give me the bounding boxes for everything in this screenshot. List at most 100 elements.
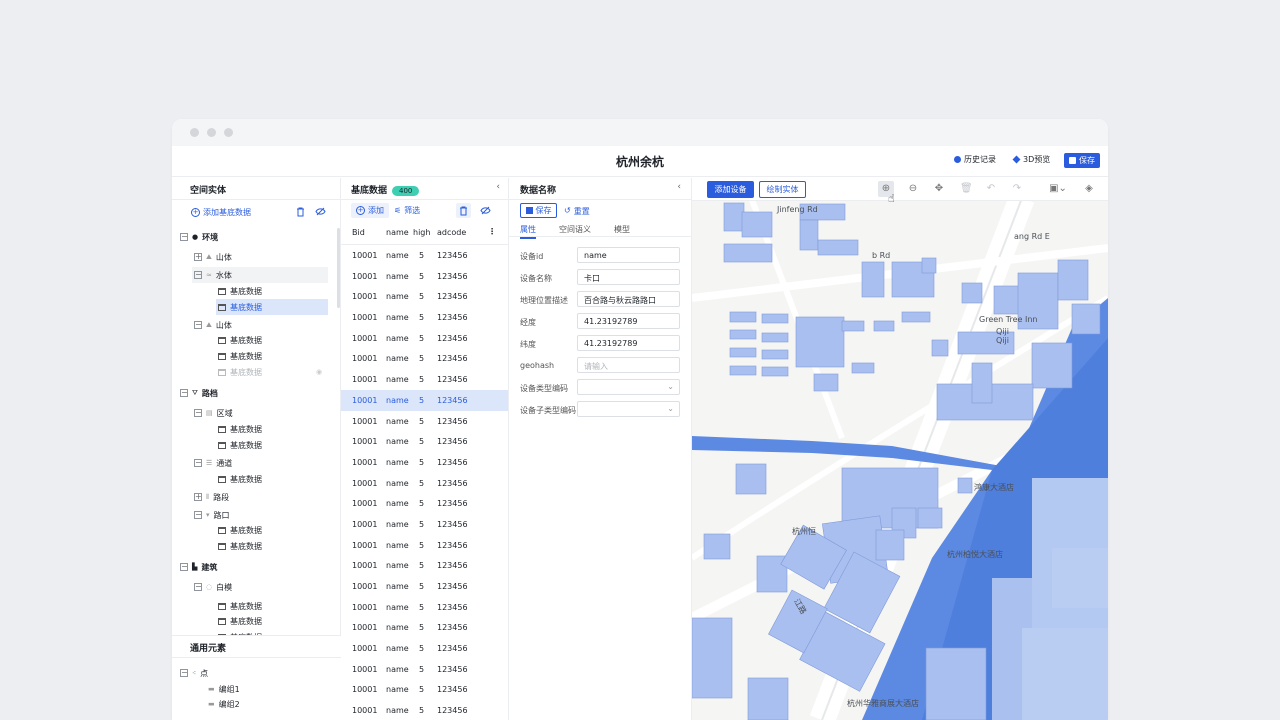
table-row[interactable]: 10001 name 5 123456 bbox=[341, 245, 508, 266]
input-field[interactable]: name bbox=[577, 247, 680, 263]
draw-entity-button[interactable]: 绘制实体 bbox=[759, 181, 806, 198]
column-header[interactable]: Bid bbox=[352, 228, 365, 237]
table-row[interactable]: 10001 name 5 123456 bbox=[341, 369, 508, 390]
window-dot[interactable] bbox=[207, 128, 216, 137]
table-row[interactable]: 10001 name 5 123456 bbox=[341, 535, 508, 556]
tree-node[interactable]: 基底数据 bbox=[218, 613, 262, 629]
collapse-icon[interactable]: − bbox=[194, 459, 202, 467]
table-row[interactable]: 10001 name 5 123456 bbox=[341, 452, 508, 473]
tree-node[interactable]: 基底数据 bbox=[218, 421, 262, 437]
column-header[interactable]: high bbox=[413, 228, 430, 237]
table-row[interactable]: 10001 name 5 123456 bbox=[341, 266, 508, 287]
tree-node[interactable]: − ● 环境 bbox=[180, 229, 218, 245]
image-layer-icon[interactable]: ▣⌄ bbox=[1048, 184, 1068, 194]
table-row[interactable]: 10001 name 5 123456 bbox=[341, 700, 508, 720]
trash-icon[interactable] bbox=[296, 207, 305, 220]
table-row[interactable]: 10001 name 5 123456 bbox=[341, 411, 508, 432]
tab-spatial-semantics[interactable]: 空间语义 bbox=[559, 224, 591, 235]
table-row[interactable]: 10001 name 5 123456 bbox=[341, 286, 508, 307]
save-button[interactable]: 保存 bbox=[1064, 153, 1100, 168]
table-row[interactable]: 10001 name 5 123456 bbox=[341, 348, 508, 369]
layers-icon[interactable]: ◈ bbox=[1084, 184, 1094, 194]
tree-node[interactable]: − ⛛ 路档 bbox=[180, 385, 218, 401]
add-device-button[interactable]: 添加设备 bbox=[707, 181, 754, 198]
tree-node[interactable]: − ⁖ 点 bbox=[180, 665, 208, 681]
tree-node[interactable]: ▬ 编组1 bbox=[208, 681, 240, 697]
select-field[interactable]: ⌄ bbox=[577, 401, 680, 417]
table-row[interactable]: 10001 name 5 123456 bbox=[341, 679, 508, 700]
tree-node[interactable]: − ≈ 水体 bbox=[192, 267, 328, 283]
select-field[interactable]: ⌄ bbox=[577, 379, 680, 395]
collapse-icon[interactable]: − bbox=[180, 233, 188, 241]
tree-node[interactable]: 基底数据 bbox=[216, 299, 328, 315]
tree-node[interactable]: 基底数据 bbox=[218, 437, 262, 453]
input-field[interactable]: 41.23192789 bbox=[577, 335, 680, 351]
trash-icon[interactable]: 🗑 bbox=[960, 184, 973, 194]
table-row[interactable]: 10001 name 5 123456 bbox=[341, 638, 508, 659]
tree-scrollbar[interactable] bbox=[337, 228, 340, 308]
table-row[interactable]: 10001 name 5 123456 bbox=[341, 617, 508, 638]
tree-node[interactable]: − ⛰ 山体 bbox=[194, 317, 232, 333]
add-base-data-button[interactable]: + 添加基底数据 bbox=[191, 207, 251, 218]
more-icon[interactable]: ⋮ bbox=[488, 227, 496, 236]
tree-node[interactable]: 基底数据 bbox=[218, 598, 262, 614]
table-row[interactable]: 10001 name 5 123456 bbox=[341, 514, 508, 535]
input-field[interactable]: 41.23192789 bbox=[577, 313, 680, 329]
tree-node[interactable]: − ◌ 白模 bbox=[194, 579, 232, 595]
tree-node[interactable]: + ⛰ 山体 bbox=[194, 249, 232, 265]
tree-node[interactable]: ▬ 编组2 bbox=[208, 696, 240, 712]
table-row[interactable]: 10001 name 5 123456 bbox=[341, 597, 508, 618]
table-row[interactable]: 10001 name 5 123456 bbox=[341, 431, 508, 452]
table-row[interactable]: 10001 name 5 123456 bbox=[341, 576, 508, 597]
collapse-icon[interactable]: − bbox=[180, 389, 188, 397]
table-row[interactable]: 10001 name 5 123456 bbox=[341, 328, 508, 349]
tree-node[interactable]: − ▙ 建筑 bbox=[180, 559, 217, 575]
collapse-icon[interactable]: − bbox=[180, 669, 188, 677]
eye-off-icon[interactable]: ◉ bbox=[316, 368, 322, 376]
table-row[interactable]: 10001 name 5 123456 bbox=[341, 555, 508, 576]
tree-node[interactable]: 基底数据 ◉ bbox=[218, 364, 322, 380]
tree-node[interactable]: 基底数据 bbox=[218, 283, 262, 299]
input-field[interactable]: 百合路与秋云路路口 bbox=[577, 291, 680, 307]
tree-node[interactable]: − ▤ 区域 bbox=[194, 405, 233, 421]
window-dot[interactable] bbox=[190, 128, 199, 137]
tree-node[interactable]: − ☰ 通道 bbox=[194, 455, 232, 471]
tree-node[interactable]: − ▾ 路口 bbox=[194, 507, 230, 523]
map-view[interactable]: 添加设备 绘制实体 ⊕ ⊖ ✥ 🗑 ↶ ↷ ▣⌄ ◈ Jinfeng Rd an… bbox=[692, 178, 1108, 720]
tab-model[interactable]: 模型 bbox=[614, 224, 630, 235]
table-row[interactable]: 10001 name 5 123456 bbox=[341, 659, 508, 680]
collapse-icon[interactable]: − bbox=[194, 321, 202, 329]
filter-button[interactable]: ⚟ 筛选 bbox=[389, 203, 425, 218]
table-row[interactable]: 10001 name 5 123456 bbox=[341, 493, 508, 514]
collapse-icon[interactable]: ‹ bbox=[677, 182, 681, 192]
tree-node[interactable]: 基底数据 bbox=[218, 348, 262, 364]
tree-node[interactable]: + ⦀ 路段 bbox=[194, 489, 229, 505]
collapse-icon[interactable]: − bbox=[180, 563, 188, 571]
tree-node[interactable]: 基底数据 bbox=[218, 522, 262, 538]
tree-node[interactable]: 基底数据 bbox=[218, 471, 262, 487]
eye-off-icon[interactable] bbox=[480, 206, 491, 217]
delete-button[interactable] bbox=[456, 203, 471, 218]
table-row[interactable]: 10001 name 5 123456 bbox=[341, 307, 508, 328]
history-button[interactable]: 历史记录 bbox=[954, 154, 996, 165]
tab-attributes[interactable]: 属性 bbox=[520, 224, 536, 239]
table-row[interactable]: 10001 name 5 123456 bbox=[341, 473, 508, 494]
move-icon[interactable]: ✥ bbox=[934, 184, 944, 194]
reset-button[interactable]: ↺ 重置 bbox=[564, 206, 590, 217]
collapse-icon[interactable]: ‹ bbox=[496, 182, 500, 192]
expand-icon[interactable]: + bbox=[194, 493, 202, 501]
input-field[interactable]: 请输入 bbox=[577, 357, 680, 373]
zoom-out-icon[interactable]: ⊖ bbox=[908, 184, 918, 194]
collapse-icon[interactable]: − bbox=[194, 409, 202, 417]
expand-icon[interactable]: + bbox=[194, 253, 202, 261]
column-header[interactable]: name bbox=[386, 228, 409, 237]
undo-icon[interactable]: ↶ bbox=[986, 184, 996, 194]
eye-off-icon[interactable] bbox=[315, 207, 326, 219]
input-field[interactable]: 卡口 bbox=[577, 269, 680, 285]
add-button[interactable]: + 添加 bbox=[351, 203, 389, 218]
tree-node[interactable]: 基底数据 bbox=[218, 538, 262, 554]
redo-icon[interactable]: ↷ bbox=[1012, 184, 1022, 194]
detail-save-button[interactable]: 保存 bbox=[520, 203, 557, 218]
collapse-icon[interactable]: − bbox=[194, 271, 202, 279]
table-row[interactable]: 10001 name 5 123456 bbox=[341, 389, 508, 411]
